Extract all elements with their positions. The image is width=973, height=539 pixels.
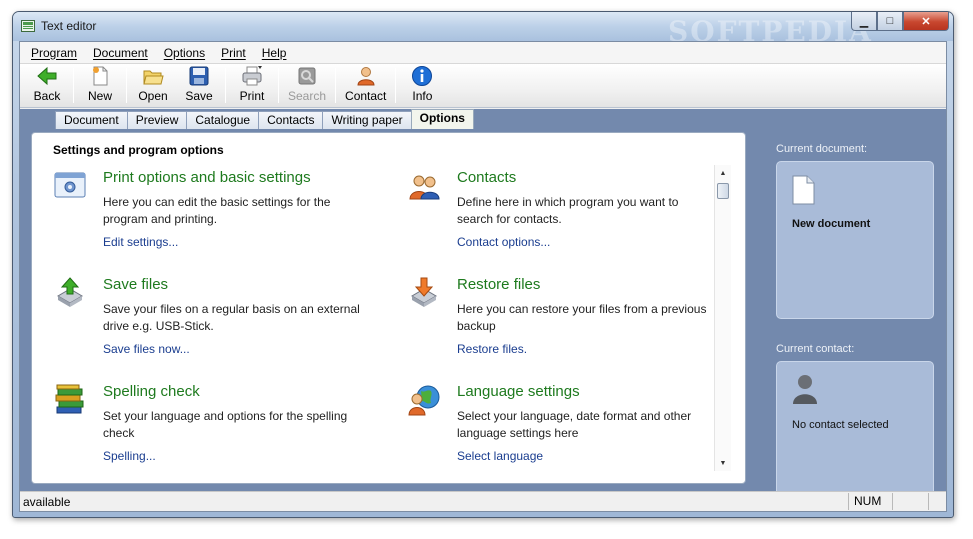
option-title: Spelling check (103, 383, 200, 400)
floppy-disk-icon (189, 66, 209, 86)
back-button[interactable]: Back (24, 64, 70, 107)
tab-catalogue[interactable]: Catalogue (186, 111, 260, 129)
toolbar-separator (225, 68, 226, 103)
tab-preview[interactable]: Preview (126, 111, 188, 129)
maximize-button[interactable]: □ (877, 12, 903, 31)
contact-label: Contact (345, 89, 387, 103)
info-icon (412, 66, 433, 86)
save-files-now-link[interactable]: Save files now... (103, 342, 190, 356)
option-description: Here you can edit the basic settings for… (103, 195, 331, 226)
title-bar[interactable]: Text editor SOFTPEDIA ▁ □ ✕ (13, 12, 953, 48)
option-title: Restore files (457, 276, 541, 293)
new-button[interactable]: New (77, 64, 123, 107)
tab-contacts[interactable]: Contacts (258, 111, 324, 129)
options-panel: Settings and program options Print optio… (31, 132, 746, 484)
print-label: Print (239, 89, 265, 103)
tab-options[interactable]: Options (410, 109, 474, 129)
open-label: Open (138, 89, 168, 103)
print-button[interactable]: Print (229, 64, 275, 107)
menu-options[interactable]: Options (156, 46, 213, 60)
contact-person-icon (357, 67, 375, 86)
back-label: Back (33, 89, 61, 103)
current-contact-name: No contact selected (792, 419, 889, 431)
toolbar-separator (395, 68, 397, 103)
open-folder-icon (143, 70, 164, 85)
restore-files-icon (411, 277, 437, 307)
info-sidebar: Current document: New document Current c… (764, 109, 946, 505)
search-label: Search (288, 89, 327, 103)
save-files-icon (57, 277, 83, 307)
contact-silhouette-icon (793, 375, 817, 404)
books-icon (55, 384, 84, 414)
restore-files-link[interactable]: Restore files. (457, 342, 527, 356)
option-title: Contacts (457, 169, 517, 186)
app-icon (21, 20, 35, 32)
status-panel (892, 493, 928, 510)
current-contact-box[interactable]: No contact selected (776, 361, 934, 505)
save-label: Save (185, 89, 213, 103)
vertical-scrollbar[interactable]: ▲ ▼ (714, 165, 731, 471)
status-text: available (23, 494, 71, 509)
toolbar-separator (126, 68, 127, 103)
menu-program[interactable]: Program (23, 46, 85, 60)
save-button[interactable]: Save (176, 64, 222, 107)
document-icon (792, 175, 815, 205)
tab-bar: Document Preview Catalogue Contacts Writ… (55, 109, 474, 129)
status-bar: available NUM (20, 491, 946, 511)
current-document-name: New document (792, 218, 871, 230)
info-button[interactable]: Info (399, 64, 445, 107)
tab-document[interactable]: Document (55, 111, 128, 129)
language-icon (408, 385, 440, 416)
toolbar-separator (73, 68, 74, 103)
scroll-down-arrow-icon[interactable]: ▼ (715, 455, 731, 471)
menu-help[interactable]: Help (254, 46, 295, 60)
option-title: Print options and basic settings (103, 169, 311, 186)
current-contact-label: Current contact: (776, 343, 855, 355)
option-description: Select your language, date format and ot… (457, 409, 692, 440)
toolbar-separator (278, 68, 279, 103)
search-icon (298, 67, 316, 85)
menu-bar: Program Document Options Print Help (20, 42, 946, 64)
contact-button[interactable]: Contact (339, 64, 392, 107)
minimize-button[interactable]: ▁ (851, 12, 877, 31)
toolbar: Back New Open Save Print Search Contact … (20, 64, 946, 108)
edit-settings-link[interactable]: Edit settings... (103, 235, 178, 249)
menu-print[interactable]: Print (213, 46, 254, 60)
new-document-icon (93, 66, 108, 86)
option-title: Language settings (457, 383, 580, 400)
option-description: Set your language and options for the sp… (103, 409, 348, 440)
option-description: Define here in which program you want to… (457, 195, 679, 226)
option-title: Save files (103, 276, 169, 293)
main-area: Document Preview Catalogue Contacts Writ… (20, 109, 946, 505)
app-window: Text editor SOFTPEDIA ▁ □ ✕ Program Docu… (12, 11, 954, 518)
close-button[interactable]: ✕ (903, 12, 949, 31)
client-area: Program Document Options Print Help Back… (19, 41, 947, 512)
current-document-box[interactable]: New document (776, 161, 934, 319)
option-description: Here you can restore your files from a p… (457, 302, 707, 333)
scroll-thumb[interactable] (717, 183, 729, 199)
window-title: Text editor (41, 19, 97, 33)
contact-options-link[interactable]: Contact options... (457, 235, 550, 249)
panel-title: Settings and program options (53, 143, 224, 157)
search-button[interactable]: Search (282, 64, 332, 107)
printer-icon (242, 66, 262, 86)
select-language-link[interactable]: Select language (457, 449, 543, 463)
num-lock-indicator: NUM (848, 493, 892, 510)
open-button[interactable]: Open (130, 64, 176, 107)
back-arrow-icon (37, 66, 57, 86)
option-description: Save your files on a regular basis on an… (103, 302, 360, 333)
menu-document[interactable]: Document (85, 46, 156, 60)
info-label: Info (412, 89, 433, 103)
toolbar-separator (335, 68, 337, 103)
new-label: New (87, 89, 112, 103)
contacts-icon (409, 175, 440, 200)
scroll-up-arrow-icon[interactable]: ▲ (715, 165, 731, 181)
resize-grip[interactable] (928, 493, 946, 510)
spelling-link[interactable]: Spelling... (103, 449, 156, 463)
settings-icon (54, 172, 86, 198)
current-document-label: Current document: (776, 143, 868, 155)
tab-writing-paper[interactable]: Writing paper (322, 111, 412, 129)
